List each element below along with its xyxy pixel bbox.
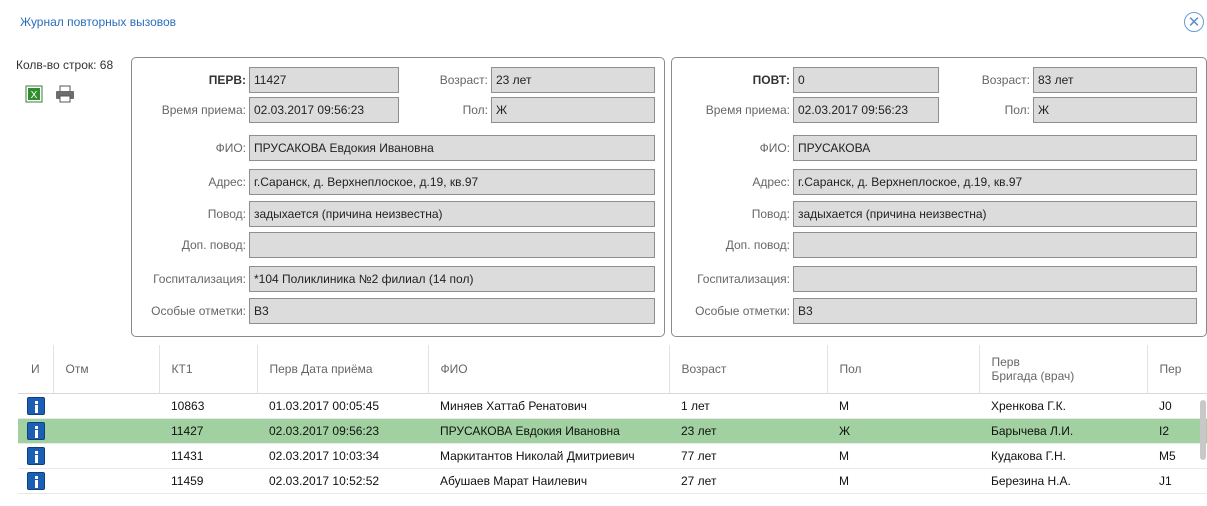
table-row[interactable]: 10863 01.03.2017 00:05:45 Миняев Хаттаб …	[18, 393, 1207, 419]
repeat-reason-label: Повод:	[751, 207, 790, 221]
cell-mark	[53, 468, 159, 494]
primary-sex-field[interactable]: Ж	[491, 97, 655, 123]
cell-extra: I2	[1147, 418, 1207, 444]
primary-age-field[interactable]: 23 лет	[491, 67, 655, 93]
repeat-call-field[interactable]: 0	[793, 67, 939, 93]
repeat-name-label: ФИО:	[759, 141, 790, 155]
printer-icon[interactable]	[55, 85, 74, 103]
cell-date: 02.03.2017 09:56:23	[257, 418, 428, 444]
primary-hosp-label: Госпитализация:	[153, 272, 246, 286]
repeat-hosp-label: Госпитализация:	[697, 272, 790, 286]
cell-extra: M5	[1147, 443, 1207, 469]
cell-kt1: 11431	[159, 443, 257, 469]
primary-extra-reason-field[interactable]	[249, 232, 655, 258]
cell-sex: М	[827, 443, 979, 469]
cell-mark	[53, 443, 159, 469]
repeat-time-field[interactable]: 02.03.2017 09:56:23	[793, 97, 939, 123]
close-icon[interactable]: ✕	[1184, 12, 1204, 32]
repeat-notes-label: Особые отметки:	[695, 304, 790, 318]
grid-scrollbar[interactable]	[1200, 400, 1206, 460]
col-header-fio[interactable]: ФИО	[427, 345, 669, 394]
col-header-brigade[interactable]: Перв Бригада (врач)	[978, 345, 1147, 394]
repeat-extra-reason-label: Доп. повод:	[725, 238, 790, 252]
info-icon[interactable]	[26, 472, 45, 490]
svg-text:X: X	[31, 90, 38, 101]
col-header-info[interactable]: И	[18, 345, 53, 394]
table-row-selected[interactable]: 11427 02.03.2017 09:56:23 ПРУСАКОВА Евдо…	[18, 418, 1207, 444]
col-header-kt1[interactable]: КТ1	[158, 345, 257, 394]
repeat-age-label: Возраст:	[981, 73, 1030, 87]
table-row[interactable]: 11459 02.03.2017 10:52:52 Абушаев Марат …	[18, 468, 1207, 494]
cell-extra: J1	[1147, 468, 1207, 494]
col-header-extra[interactable]: Пер	[1146, 345, 1207, 394]
cell-brigade: Барычева Л.И.	[979, 418, 1147, 444]
primary-name-label: ФИО:	[215, 141, 246, 155]
primary-age-label: Возраст:	[439, 73, 488, 87]
cell-age: 77 лет	[669, 443, 827, 469]
cell-kt1: 11459	[159, 468, 257, 494]
cell-fio: Абушаев Марат Наилевич	[428, 468, 669, 494]
repeat-reason-field[interactable]: задыхается (причина неизвестна)	[793, 201, 1197, 227]
calls-grid: И Отм КТ1 Перв Дата приёма ФИО Возраст П…	[18, 345, 1207, 506]
repeat-call-label: ПОВТ:	[752, 73, 790, 87]
repeat-address-label: Адрес:	[752, 175, 790, 189]
row-count: Колв-во строк: 68	[16, 58, 114, 72]
primary-sex-label: Пол:	[462, 103, 488, 117]
cell-kt1: 10863	[159, 393, 257, 419]
info-icon[interactable]	[26, 422, 45, 440]
cell-sex: М	[827, 468, 979, 494]
primary-call-field[interactable]: 11427	[249, 67, 399, 93]
info-icon[interactable]	[26, 447, 45, 465]
primary-time-field[interactable]: 02.03.2017 09:56:23	[249, 97, 399, 123]
primary-reason-label: Повод:	[207, 207, 246, 221]
cell-brigade: Кудакова Г.Н.	[979, 443, 1147, 469]
col-header-mark[interactable]: Отм	[52, 345, 159, 394]
repeat-sex-field[interactable]: Ж	[1033, 97, 1197, 123]
repeat-extra-reason-field[interactable]	[793, 232, 1197, 258]
primary-reason-field[interactable]: задыхается (причина неизвестна)	[249, 201, 655, 227]
cell-extra: J0	[1147, 393, 1207, 419]
cell-date: 01.03.2017 00:05:45	[257, 393, 428, 419]
repeat-hosp-field[interactable]	[793, 266, 1197, 292]
info-icon[interactable]	[26, 397, 45, 415]
cell-kt1: 11427	[159, 418, 257, 444]
repeat-sex-label: Пол:	[1004, 103, 1030, 117]
primary-time-label: Время приема:	[161, 103, 246, 117]
repeat-notes-field[interactable]: В3	[793, 298, 1197, 324]
dialog-title: Журнал повторных вызовов	[20, 15, 177, 29]
primary-hosp-field[interactable]: *104 Поликлиника №2 филиал (14 пол)	[249, 266, 655, 292]
col-header-date[interactable]: Перв Дата приёма	[256, 345, 428, 394]
repeat-name-field[interactable]: ПРУСАКОВА	[793, 135, 1197, 161]
cell-age: 23 лет	[669, 418, 827, 444]
primary-call-panel: ПЕРВ: 11427 Возраст: 23 лет Время приема…	[131, 57, 665, 337]
primary-call-label: ПЕРВ:	[208, 73, 246, 87]
cell-age: 27 лет	[669, 468, 827, 494]
cell-sex: Ж	[827, 418, 979, 444]
table-row[interactable]: 11431 02.03.2017 10:03:34 Маркитантов Ни…	[18, 443, 1207, 469]
primary-notes-field[interactable]: В3	[249, 298, 655, 324]
cell-date: 02.03.2017 10:52:52	[257, 468, 428, 494]
repeat-call-panel: ПОВТ: 0 Возраст: 83 лет Время приема: 02…	[671, 57, 1207, 337]
cell-fio: Маркитантов Николай Дмитриевич	[428, 443, 669, 469]
cell-mark	[53, 418, 159, 444]
primary-address-field[interactable]: г.Саранск, д. Верхнеплоское, д.19, кв.97	[249, 169, 655, 195]
primary-extra-reason-label: Доп. повод:	[181, 238, 246, 252]
excel-export-icon[interactable]: X	[25, 85, 43, 103]
cell-fio: ПРУСАКОВА Евдокия Ивановна	[428, 418, 669, 444]
cell-age: 1 лет	[669, 393, 827, 419]
cell-sex: М	[827, 393, 979, 419]
primary-address-label: Адрес:	[208, 175, 246, 189]
cell-brigade: Березина Н.А.	[979, 468, 1147, 494]
col-header-age[interactable]: Возраст	[668, 345, 827, 394]
cell-fio: Миняев Хаттаб Ренатович	[428, 393, 669, 419]
primary-notes-label: Особые отметки:	[151, 304, 246, 318]
primary-name-field[interactable]: ПРУСАКОВА Евдокия Ивановна	[249, 135, 655, 161]
repeat-time-label: Время приема:	[705, 103, 790, 117]
col-header-sex[interactable]: Пол	[826, 345, 979, 394]
cell-mark	[53, 393, 159, 419]
cell-brigade: Хренкова Г.К.	[979, 393, 1147, 419]
cell-date: 02.03.2017 10:03:34	[257, 443, 428, 469]
repeat-age-field[interactable]: 83 лет	[1033, 67, 1197, 93]
repeat-address-field[interactable]: г.Саранск, д. Верхнеплоское, д.19, кв.97	[793, 169, 1197, 195]
